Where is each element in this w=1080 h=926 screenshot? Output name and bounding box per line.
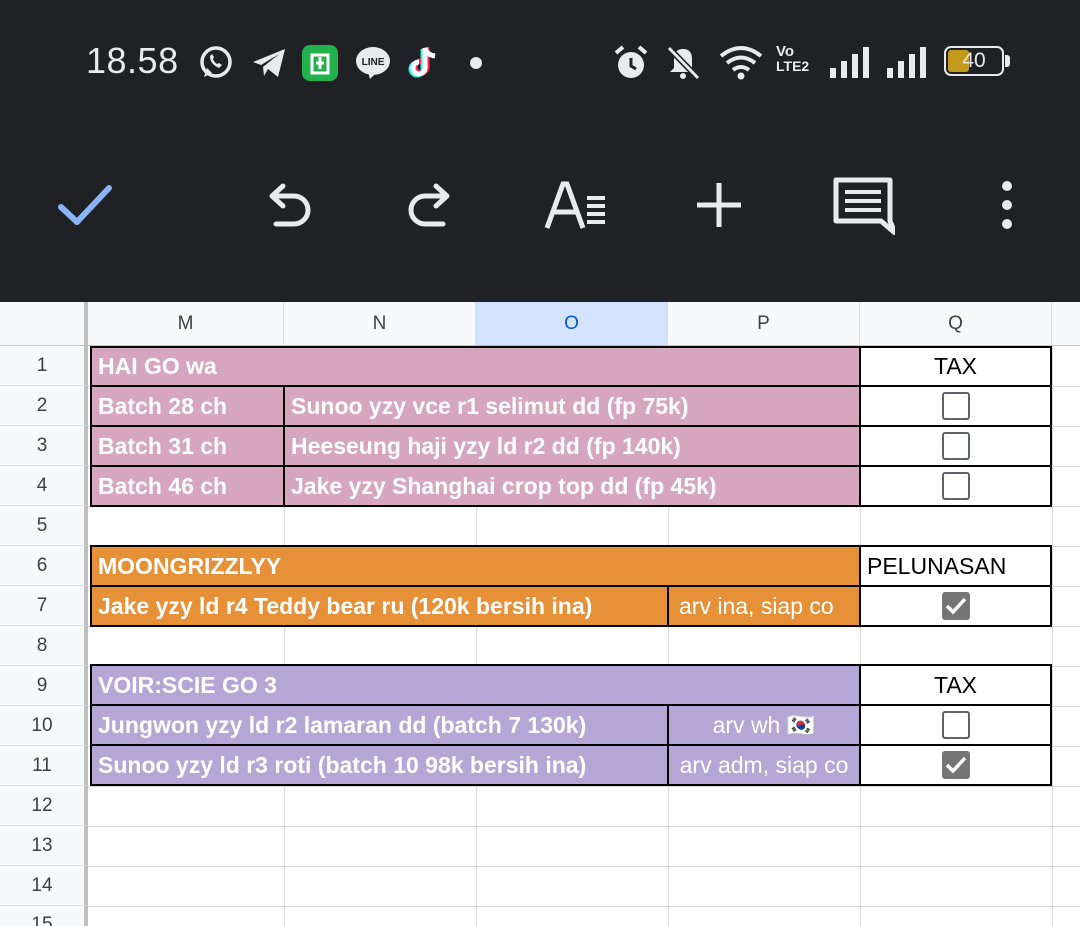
select-all-corner[interactable]: [0, 302, 88, 346]
comment-icon[interactable]: [828, 170, 898, 240]
alarm-icon: [612, 44, 650, 87]
dot-icon: [470, 56, 482, 74]
undo-icon[interactable]: [253, 170, 323, 240]
text-format-icon[interactable]: [541, 170, 611, 240]
row-header[interactable]: 14: [0, 866, 88, 906]
checkbox-cell[interactable]: [859, 425, 1052, 467]
grid-line: [88, 906, 1080, 907]
volte-icon: Vo LTE2: [776, 44, 816, 80]
row-header[interactable]: 6: [0, 546, 88, 586]
batch-cell[interactable]: Batch 31 ch: [90, 425, 285, 467]
telegram-icon: [250, 44, 288, 87]
grid-line: [1052, 346, 1053, 926]
grid-line: [88, 826, 1080, 827]
whatsapp-icon: [197, 44, 235, 87]
row-header[interactable]: 11: [0, 746, 88, 786]
status-cell[interactable]: arv wh 🇰🇷: [667, 704, 861, 746]
volte-lte-text: LTE2: [776, 58, 810, 74]
item-desc-cell[interactable]: Sunoo yzy ld r3 roti (batch 10 98k bersi…: [90, 744, 669, 786]
section-title-cell[interactable]: HAI GO wa: [90, 346, 861, 387]
row-header[interactable]: 10: [0, 706, 88, 746]
row-header[interactable]: 9: [0, 666, 88, 706]
line-icon: LINE: [354, 44, 392, 87]
add-icon[interactable]: [684, 170, 754, 240]
volte-text: Vo: [776, 43, 795, 60]
wifi-icon: [718, 44, 764, 87]
column-header-p[interactable]: P: [668, 302, 860, 346]
spreadsheet-grid[interactable]: M N O P Q 1 2 3 4 5 6 7 8 9 10 11 12 13 …: [0, 302, 1080, 926]
column-header-n[interactable]: N: [284, 302, 476, 346]
battery-level: 40: [962, 49, 986, 72]
grid-line: [88, 866, 1080, 867]
check-icon: [945, 756, 966, 774]
pelunasan-header-cell[interactable]: PELUNASAN: [859, 545, 1052, 587]
row-header[interactable]: 15: [0, 906, 88, 926]
checkbox[interactable]: [941, 711, 970, 739]
editor-toolbar: [0, 125, 1080, 302]
check-icon: [945, 597, 966, 615]
row-header[interactable]: 4: [0, 466, 88, 506]
checkbox[interactable]: [941, 392, 970, 420]
status-cell[interactable]: arv adm, siap co: [667, 744, 861, 786]
item-desc-cell[interactable]: Jake yzy ld r4 Teddy bear ru (120k bersi…: [90, 585, 669, 627]
row-header[interactable]: 13: [0, 826, 88, 866]
row-header[interactable]: 8: [0, 626, 88, 666]
redo-icon[interactable]: [396, 170, 466, 240]
row-header[interactable]: 1: [0, 346, 88, 386]
row-header[interactable]: 12: [0, 786, 88, 826]
row-header[interactable]: 3: [0, 426, 88, 466]
tax-header-cell[interactable]: TAX: [859, 346, 1052, 387]
app-root: 18.58 LINE Vo LTE2 40 M N O P Q 1 2 3 4 …: [0, 0, 1080, 926]
column-header-q[interactable]: Q: [860, 302, 1052, 346]
column-header-o[interactable]: O: [476, 302, 668, 346]
status-time: 18.58: [86, 40, 179, 81]
checkbox[interactable]: [941, 432, 970, 460]
status-bar: 18.58 LINE Vo LTE2 40: [0, 0, 1080, 125]
row-header[interactable]: 7: [0, 586, 88, 626]
mute-icon: [664, 44, 702, 87]
tax-header-cell[interactable]: TAX: [859, 664, 1052, 706]
checkbox[interactable]: [941, 472, 970, 500]
batch-cell[interactable]: Batch 46 ch: [90, 465, 285, 507]
checkbox-cell[interactable]: [859, 704, 1052, 746]
section-title-cell[interactable]: MOONGRIZZLYY: [90, 545, 861, 587]
signal-icon: [828, 44, 872, 85]
checkbox-cell[interactable]: [859, 465, 1052, 507]
item-desc-cell[interactable]: Jake yzy Shanghai crop top dd (fp 45k): [283, 465, 861, 507]
section-title-cell[interactable]: VOIR:SCIE GO 3: [90, 664, 861, 706]
app-icon: [302, 45, 338, 86]
battery-icon: 40: [944, 46, 1012, 78]
item-desc-cell[interactable]: Sunoo yzy vce r1 selimut dd (fp 75k): [283, 385, 861, 427]
column-header-partial[interactable]: [1052, 302, 1080, 346]
column-header-m[interactable]: M: [88, 302, 284, 346]
checkbox-cell[interactable]: [859, 585, 1052, 627]
signal-icon: [885, 44, 929, 85]
row-header[interactable]: 5: [0, 506, 88, 546]
tiktok-icon: [406, 44, 442, 87]
checkbox-checked[interactable]: [941, 751, 970, 779]
more-icon[interactable]: [972, 170, 1042, 240]
grid-line: [88, 786, 1080, 787]
checkbox-checked[interactable]: [941, 592, 970, 620]
item-desc-cell[interactable]: Jungwon yzy ld r2 lamaran dd (batch 7 13…: [90, 704, 669, 746]
checkbox-cell[interactable]: [859, 385, 1052, 427]
svg-text:LINE: LINE: [362, 57, 385, 68]
batch-cell[interactable]: Batch 28 ch: [90, 385, 285, 427]
status-cell[interactable]: arv ina, siap co: [667, 585, 861, 627]
row-header[interactable]: 2: [0, 386, 88, 426]
check-icon[interactable]: [50, 170, 120, 240]
checkbox-cell[interactable]: [859, 744, 1052, 786]
item-desc-cell[interactable]: Heeseung haji yzy ld r2 dd (fp 140k): [283, 425, 861, 467]
